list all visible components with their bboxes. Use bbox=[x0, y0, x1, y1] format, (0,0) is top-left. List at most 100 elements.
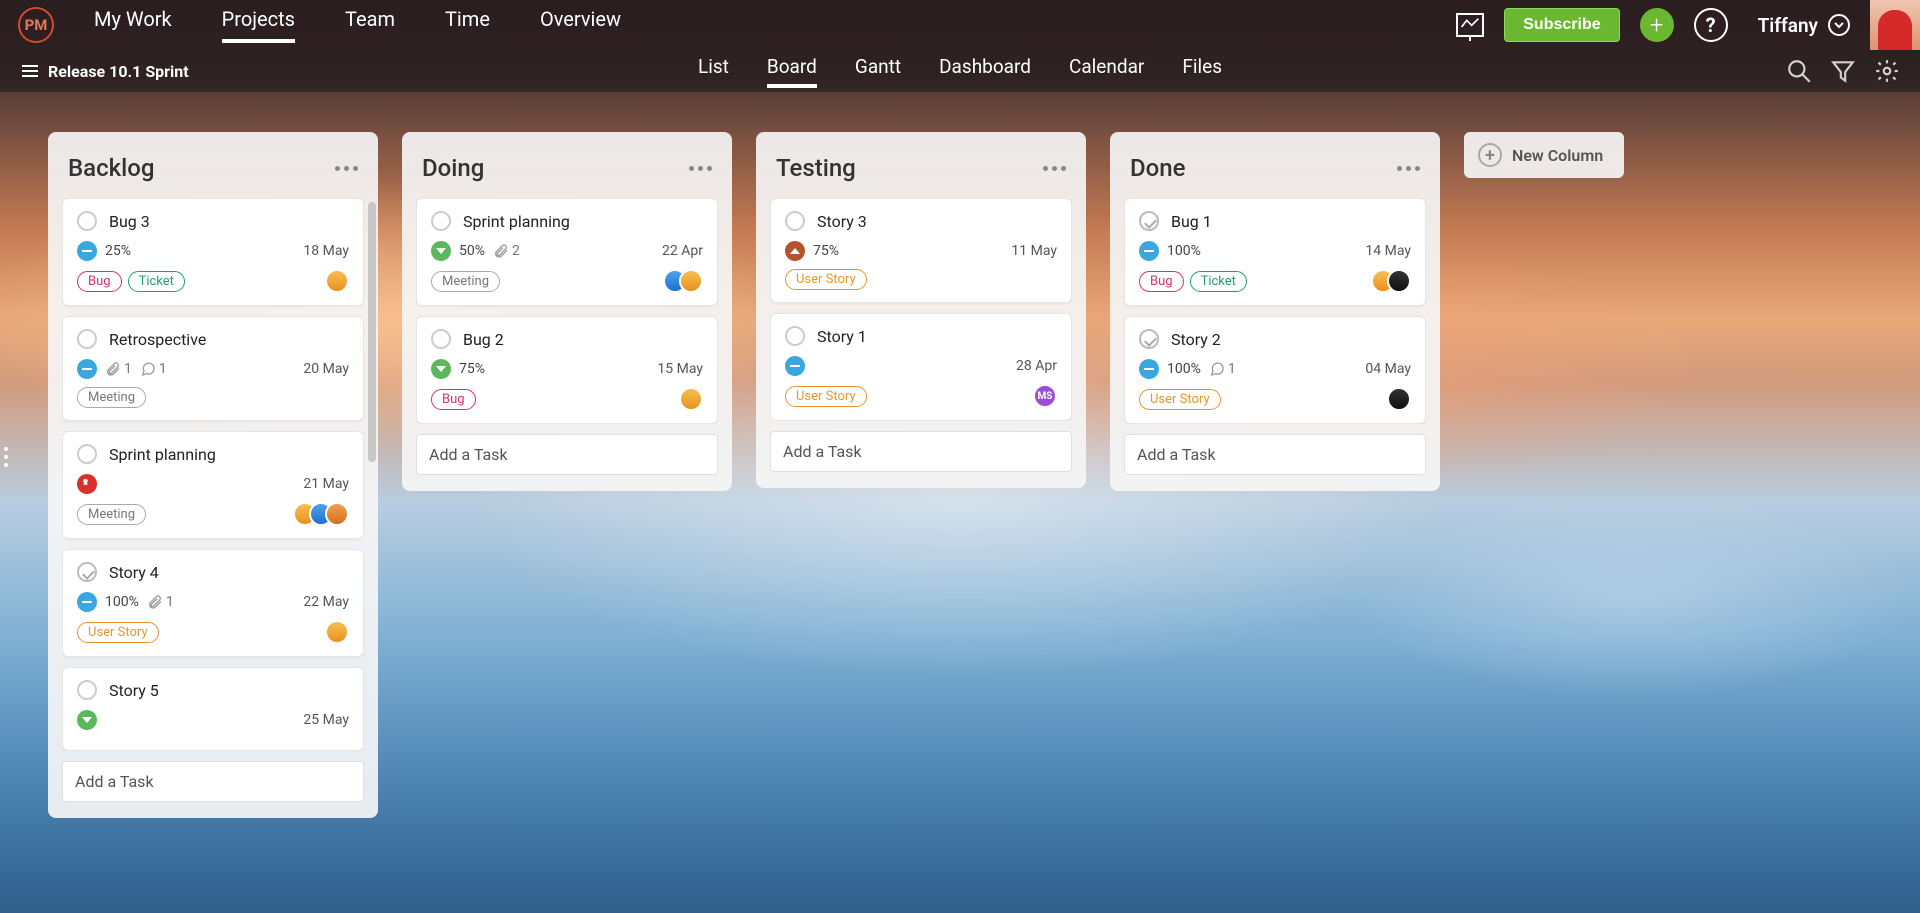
tab-gantt[interactable]: Gantt bbox=[855, 55, 901, 88]
column-title: Backlog bbox=[68, 154, 154, 182]
add-task-input[interactable]: Add a Task bbox=[62, 761, 364, 802]
column-testing: Testing Story 3 75% 11 May User Story St… bbox=[756, 132, 1086, 488]
priority-icon bbox=[77, 474, 97, 494]
priority-icon bbox=[1139, 241, 1159, 261]
task-card[interactable]: Bug 2 75% 15 May Bug bbox=[416, 316, 718, 424]
nav-link-time[interactable]: Time bbox=[445, 7, 490, 43]
column-menu-icon[interactable] bbox=[1397, 166, 1420, 171]
tag-meeting: Meeting bbox=[77, 504, 146, 525]
complete-checkbox[interactable] bbox=[785, 326, 805, 346]
add-task-input[interactable]: Add a Task bbox=[416, 434, 718, 475]
tab-board[interactable]: Board bbox=[767, 55, 817, 88]
due-date: 18 May bbox=[303, 243, 349, 259]
due-date: 20 May bbox=[303, 361, 349, 377]
add-button[interactable]: + bbox=[1640, 8, 1674, 42]
nav-link-projects[interactable]: Projects bbox=[222, 7, 295, 43]
assignee-avatars: MS bbox=[1033, 384, 1057, 408]
assignee-avatars bbox=[1387, 387, 1411, 411]
due-date: 28 Apr bbox=[1016, 358, 1057, 374]
subscribe-button[interactable]: Subscribe bbox=[1504, 8, 1619, 42]
due-date: 14 May bbox=[1365, 243, 1411, 259]
column-menu-icon[interactable] bbox=[689, 166, 712, 171]
nav-link-overview[interactable]: Overview bbox=[540, 7, 621, 43]
attachment-icon: 1 bbox=[105, 361, 132, 377]
column-done: Done Bug 1 100% 14 May BugTicket Story 2… bbox=[1110, 132, 1440, 491]
filter-icon[interactable] bbox=[1830, 58, 1856, 84]
progress-percent: 25% bbox=[105, 243, 131, 259]
progress-percent: 75% bbox=[459, 361, 485, 377]
avatar bbox=[325, 269, 349, 293]
complete-checkbox[interactable] bbox=[77, 680, 97, 700]
task-card[interactable]: Sprint planning 50% 2 22 Apr Meeting bbox=[416, 198, 718, 306]
complete-checkbox[interactable] bbox=[77, 444, 97, 464]
column-menu-icon[interactable] bbox=[1043, 166, 1066, 171]
priority-icon bbox=[77, 359, 97, 379]
priority-icon bbox=[785, 356, 805, 376]
nav-link-my-work[interactable]: My Work bbox=[94, 7, 172, 43]
avatar bbox=[679, 387, 703, 411]
priority-icon bbox=[1139, 359, 1159, 379]
tab-files[interactable]: Files bbox=[1182, 55, 1222, 88]
tag-user-story: User Story bbox=[77, 622, 159, 643]
search-icon[interactable] bbox=[1786, 58, 1812, 84]
task-card[interactable]: Retrospective 1 1 20 May Meeting bbox=[62, 316, 364, 421]
due-date: 22 Apr bbox=[662, 243, 703, 259]
complete-checkbox[interactable] bbox=[77, 562, 97, 582]
assignee-avatars bbox=[1371, 269, 1411, 293]
task-card[interactable]: Story 2 100% 1 04 May User Story bbox=[1124, 316, 1426, 424]
presentation-icon[interactable] bbox=[1456, 13, 1484, 37]
task-card[interactable]: Story 3 75% 11 May User Story bbox=[770, 198, 1072, 303]
new-column-button[interactable]: +New Column bbox=[1464, 132, 1624, 178]
tag-bug: Bug bbox=[77, 271, 122, 292]
tab-list[interactable]: List bbox=[698, 55, 729, 88]
task-card[interactable]: Bug 3 25% 18 May BugTicket bbox=[62, 198, 364, 306]
task-card[interactable]: Story 4 100% 1 22 May User Story bbox=[62, 549, 364, 657]
progress-percent: 100% bbox=[105, 594, 139, 610]
add-task-input[interactable]: Add a Task bbox=[1124, 434, 1426, 475]
progress-percent: 75% bbox=[813, 243, 839, 259]
task-card[interactable]: Bug 1 100% 14 May BugTicket bbox=[1124, 198, 1426, 306]
card-title: Sprint planning bbox=[109, 445, 216, 464]
tag-ticket: Ticket bbox=[128, 271, 185, 292]
avatar bbox=[679, 269, 703, 293]
avatar bbox=[325, 502, 349, 526]
card-title: Story 2 bbox=[1171, 330, 1221, 349]
priority-icon bbox=[785, 241, 805, 261]
add-task-input[interactable]: Add a Task bbox=[770, 431, 1072, 472]
project-title: Release 10.1 Sprint bbox=[48, 62, 189, 81]
nav-link-team[interactable]: Team bbox=[345, 7, 395, 43]
complete-checkbox[interactable] bbox=[77, 211, 97, 231]
column-scrollbar[interactable] bbox=[368, 202, 376, 462]
column-menu-icon[interactable] bbox=[335, 166, 358, 171]
complete-checkbox[interactable] bbox=[77, 329, 97, 349]
chevron-down-icon bbox=[1828, 14, 1850, 36]
due-date: 15 May bbox=[657, 361, 703, 377]
gear-icon[interactable] bbox=[1874, 58, 1900, 84]
card-title: Story 3 bbox=[817, 212, 867, 231]
help-button[interactable]: ? bbox=[1694, 8, 1728, 42]
complete-checkbox[interactable] bbox=[431, 329, 451, 349]
user-menu[interactable]: Tiffany bbox=[1758, 14, 1850, 37]
project-subbar: Release 10.1 Sprint List Board Gantt Dashbo… bbox=[0, 50, 1920, 92]
complete-checkbox[interactable] bbox=[785, 211, 805, 231]
complete-checkbox[interactable] bbox=[431, 211, 451, 231]
assignee-avatars bbox=[293, 502, 349, 526]
side-drag-handle[interactable] bbox=[4, 447, 8, 467]
card-title: Sprint planning bbox=[463, 212, 570, 231]
app-logo[interactable]: PM bbox=[18, 7, 54, 43]
avatar bbox=[1387, 387, 1411, 411]
tab-dashboard[interactable]: Dashboard bbox=[939, 55, 1031, 88]
hamburger-icon[interactable] bbox=[22, 65, 38, 77]
comment-icon: 1 bbox=[140, 361, 167, 377]
comment-icon: 1 bbox=[1209, 361, 1236, 377]
user-avatar[interactable] bbox=[1870, 0, 1920, 50]
new-column-label: New Column bbox=[1512, 146, 1603, 165]
complete-checkbox[interactable] bbox=[1139, 211, 1159, 231]
task-card[interactable]: Story 5 25 May bbox=[62, 667, 364, 751]
tag-bug: Bug bbox=[431, 389, 476, 410]
top-nav: PM My Work Projects Team Time Overview Subsc… bbox=[0, 0, 1920, 50]
task-card[interactable]: Story 1 28 Apr User StoryMS bbox=[770, 313, 1072, 421]
tab-calendar[interactable]: Calendar bbox=[1069, 55, 1144, 88]
complete-checkbox[interactable] bbox=[1139, 329, 1159, 349]
task-card[interactable]: Sprint planning 21 May Meeting bbox=[62, 431, 364, 539]
